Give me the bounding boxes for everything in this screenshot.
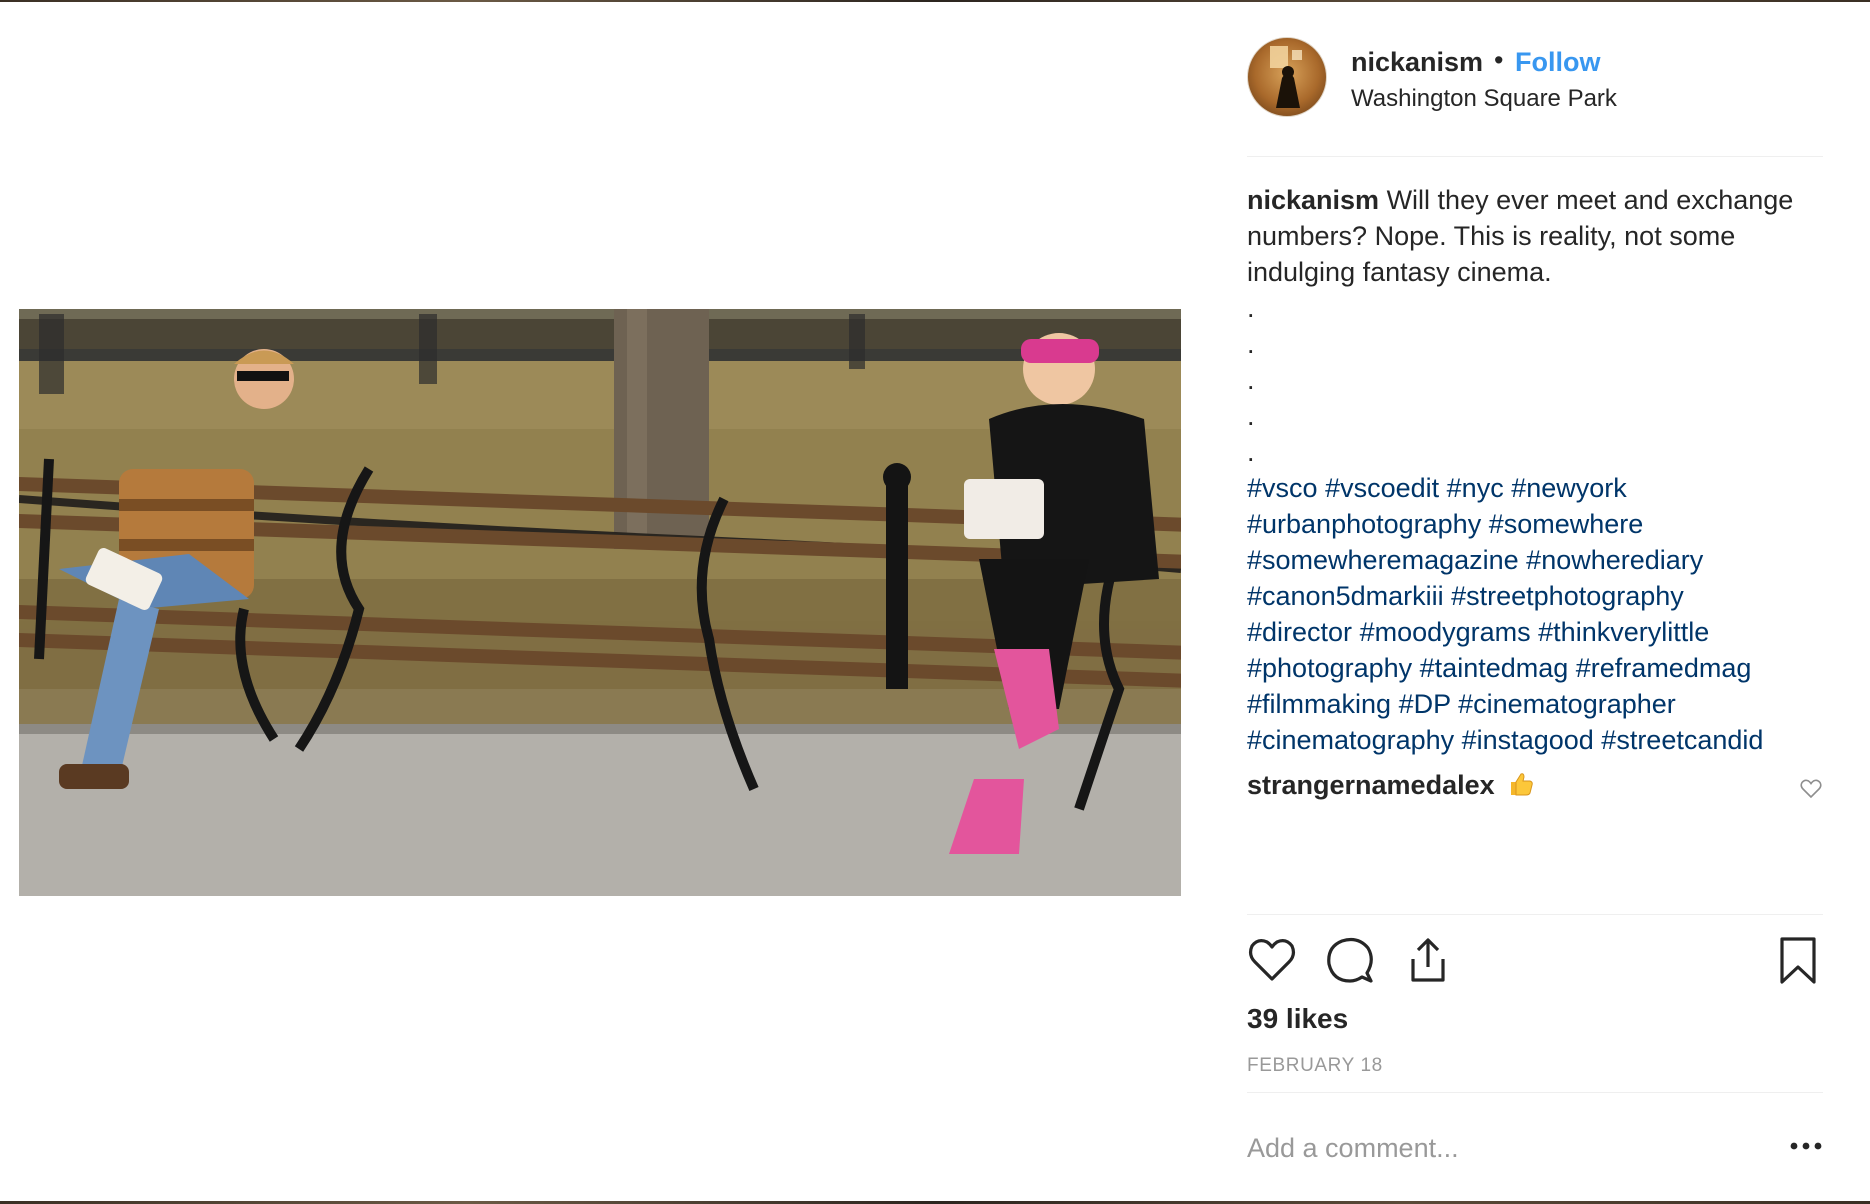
hashtag-link[interactable]: #vsco xyxy=(1247,473,1318,503)
hashtag-link[interactable]: #DP xyxy=(1399,689,1451,719)
comment-like-heart-icon[interactable] xyxy=(1799,776,1823,800)
hashtag-link[interactable]: #newyork xyxy=(1511,473,1627,503)
hashtag-line: #director #moodygrams #thinkverylittle xyxy=(1247,614,1823,650)
caption-dot: . xyxy=(1247,329,1255,359)
caption-dot: . xyxy=(1247,293,1255,323)
hashtag-line: #cinematography #instagood #streetcandid xyxy=(1247,722,1823,758)
hashtag-link[interactable]: #moodygrams xyxy=(1360,617,1531,647)
hashtag-link[interactable]: #streetcandid xyxy=(1601,725,1763,755)
caption-dot: . xyxy=(1247,365,1255,395)
post-location[interactable]: Washington Square Park xyxy=(1351,85,1617,113)
comments-divider xyxy=(1247,914,1823,915)
post-header: nickanism • Follow Washington Square Par… xyxy=(1247,37,1823,119)
more-options-icon[interactable] xyxy=(1789,1140,1823,1152)
hashtag-link[interactable]: #urbanphotography xyxy=(1247,509,1481,539)
caption-dots: . . . . . xyxy=(1247,290,1823,470)
hashtag-link[interactable]: #thinkverylittle xyxy=(1538,617,1709,647)
hashtag-link[interactable]: #nyc xyxy=(1447,473,1504,503)
avatar-image xyxy=(1270,46,1302,108)
avatar[interactable] xyxy=(1247,37,1327,117)
hashtag-link[interactable]: #cinematographer xyxy=(1458,689,1676,719)
action-bar xyxy=(1247,935,1823,987)
hashtag-line: #canon5dmarkiii #streetphotography xyxy=(1247,578,1823,614)
hashtag-line: #urbanphotography #somewhere xyxy=(1247,506,1823,542)
hashtag-list: #vsco #vscoedit #nyc #newyork #urbanphot… xyxy=(1247,470,1823,758)
header-separator: • xyxy=(1494,45,1504,75)
post-username[interactable]: nickanism xyxy=(1351,47,1483,78)
caption-text-block: nickanism Will they ever meet and exchan… xyxy=(1247,182,1823,290)
hashtag-link[interactable]: #cinematography xyxy=(1247,725,1454,755)
hashtag-link[interactable]: #somewheremagazine xyxy=(1247,545,1519,575)
park-bench-photo xyxy=(19,309,1181,896)
comment-username[interactable]: strangernamedalex xyxy=(1247,770,1495,800)
heart-icon[interactable] xyxy=(1247,935,1297,985)
post-photo[interactable] xyxy=(19,309,1181,896)
hashtag-line: #somewheremagazine #nowherediary xyxy=(1247,542,1823,578)
comment-bubble-icon[interactable] xyxy=(1325,935,1375,985)
hashtag-link[interactable]: #vscoedit xyxy=(1325,473,1439,503)
hashtag-link[interactable]: #somewhere xyxy=(1489,509,1644,539)
hashtag-link[interactable]: #taintedmag xyxy=(1420,653,1569,683)
likes-count[interactable]: 39 likes xyxy=(1247,1003,1348,1035)
add-comment-input[interactable] xyxy=(1247,1128,1767,1168)
post-caption: nickanism Will they ever meet and exchan… xyxy=(1247,182,1823,758)
post-date[interactable]: FEBRUARY 18 xyxy=(1247,1055,1383,1077)
hashtag-line: #photography #taintedmag #reframedmag xyxy=(1247,650,1823,686)
hashtag-line: #filmmaking #DP #cinematographer xyxy=(1247,686,1823,722)
caption-dot: . xyxy=(1247,437,1255,467)
follow-button[interactable]: Follow xyxy=(1515,47,1600,78)
hashtag-link[interactable]: #director xyxy=(1247,617,1352,647)
bookmark-icon[interactable] xyxy=(1773,935,1823,985)
header-divider xyxy=(1247,156,1823,157)
hashtag-link[interactable]: #instagood xyxy=(1462,725,1594,755)
thumbs-up-icon xyxy=(1511,773,1533,796)
comment-row: strangernamedalex xyxy=(1247,770,1823,806)
hashtag-link[interactable]: #filmmaking xyxy=(1247,689,1391,719)
hashtag-link[interactable]: #reframedmag xyxy=(1576,653,1752,683)
hashtag-link[interactable]: #nowherediary xyxy=(1526,545,1703,575)
hashtag-link[interactable]: #streetphotography xyxy=(1451,581,1684,611)
post-side-panel: nickanism • Follow Washington Square Par… xyxy=(1247,0,1823,1204)
hashtag-line: #vsco #vscoedit #nyc #newyork xyxy=(1247,470,1823,506)
hashtag-link[interactable]: #canon5dmarkiii xyxy=(1247,581,1444,611)
share-icon[interactable] xyxy=(1403,935,1453,985)
date-divider xyxy=(1247,1092,1823,1093)
caption-username[interactable]: nickanism xyxy=(1247,185,1379,215)
hashtag-link[interactable]: #photography xyxy=(1247,653,1412,683)
caption-dot: . xyxy=(1247,401,1255,431)
